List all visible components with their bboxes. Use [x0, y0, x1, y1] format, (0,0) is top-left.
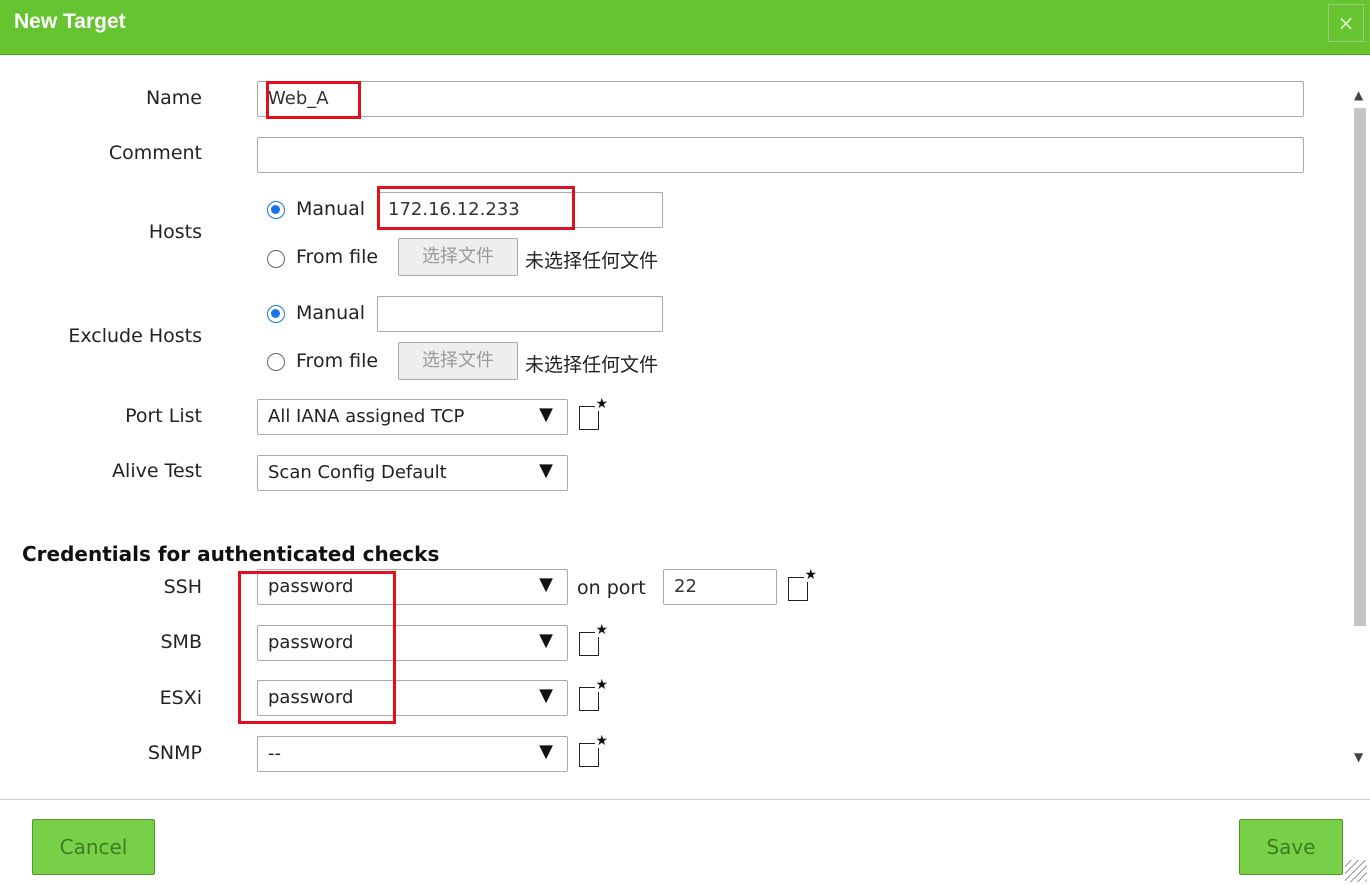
- new-smb-credential-icon[interactable]: [579, 623, 608, 656]
- snmp-credential-select[interactable]: -- ▼: [257, 736, 568, 772]
- dialog-titlebar: New Target ×: [0, 0, 1370, 55]
- ssh-port-value: 22: [674, 576, 697, 597]
- close-button[interactable]: ×: [1328, 4, 1364, 42]
- alive-test-label: Alive Test: [112, 460, 202, 482]
- hosts-manual-label: Manual: [296, 198, 366, 220]
- name-input[interactable]: Web_A: [257, 81, 1304, 117]
- dropdown-arrow-icon: ▼: [539, 460, 553, 481]
- alive-test-value: Scan Config Default: [268, 462, 447, 483]
- resize-handle-icon[interactable]: [1345, 860, 1367, 882]
- exclude-manual-radio[interactable]: [267, 305, 285, 323]
- hosts-label: Hosts: [148, 221, 202, 243]
- dropdown-arrow-icon: ▼: [539, 685, 553, 706]
- highlight-name: [266, 81, 361, 119]
- highlight-hosts: [377, 186, 575, 230]
- hosts-manual-radio[interactable]: [267, 201, 285, 219]
- name-label: Name: [145, 87, 202, 109]
- dropdown-arrow-icon: ▼: [539, 630, 553, 651]
- hosts-no-file-text: 未选择任何文件: [525, 250, 659, 272]
- dropdown-arrow-icon: ▼: [539, 574, 553, 595]
- ssh-port-input[interactable]: 22: [663, 569, 777, 605]
- port-list-value: All IANA assigned TCP: [268, 406, 465, 427]
- hosts-from-file-label: From file: [296, 246, 379, 268]
- dropdown-arrow-icon: ▼: [539, 404, 553, 425]
- exclude-manual-input[interactable]: [377, 296, 663, 332]
- on-port-label: on port: [577, 577, 646, 599]
- exclude-from-file-label: From file: [296, 350, 379, 372]
- comment-input[interactable]: [257, 137, 1304, 173]
- scroll-down-icon[interactable]: ▼: [1354, 750, 1363, 764]
- credentials-heading: Credentials for authenticated checks: [22, 542, 440, 566]
- port-list-label: Port List: [125, 405, 202, 427]
- hosts-from-file-radio[interactable]: [267, 250, 285, 268]
- new-snmp-credential-icon[interactable]: [579, 734, 608, 767]
- port-list-select[interactable]: All IANA assigned TCP ▼: [257, 399, 568, 435]
- alive-test-select[interactable]: Scan Config Default ▼: [257, 455, 568, 491]
- dropdown-arrow-icon: ▼: [539, 741, 553, 762]
- exclude-hosts-label: Exclude Hosts: [68, 325, 202, 347]
- scroll-up-icon[interactable]: ▲: [1354, 88, 1363, 102]
- dialog-footer: Cancel Save: [0, 799, 1370, 885]
- cancel-button[interactable]: Cancel: [32, 819, 155, 875]
- exclude-choose-file-button[interactable]: 选择文件: [398, 342, 518, 380]
- exclude-no-file-text: 未选择任何文件: [525, 354, 659, 376]
- highlight-credentials: [238, 571, 396, 724]
- smb-label: SMB: [160, 631, 203, 653]
- target-form: Name Web_A Comment Hosts Manual 172.16.1…: [0, 55, 1350, 797]
- snmp-label: SNMP: [147, 742, 202, 764]
- new-port-list-icon[interactable]: [579, 397, 608, 430]
- new-esxi-credential-icon[interactable]: [579, 678, 608, 711]
- scrollbar-thumb[interactable]: [1354, 108, 1366, 626]
- exclude-from-file-radio[interactable]: [267, 353, 285, 371]
- save-button[interactable]: Save: [1239, 819, 1343, 875]
- new-ssh-credential-icon[interactable]: [788, 568, 817, 601]
- comment-label: Comment: [108, 142, 202, 164]
- esxi-label: ESXi: [159, 687, 202, 709]
- snmp-credential-value: --: [268, 743, 281, 764]
- ssh-label: SSH: [163, 576, 202, 598]
- exclude-manual-label: Manual: [296, 302, 366, 324]
- dialog-title: New Target: [14, 10, 126, 33]
- hosts-choose-file-button[interactable]: 选择文件: [398, 238, 518, 276]
